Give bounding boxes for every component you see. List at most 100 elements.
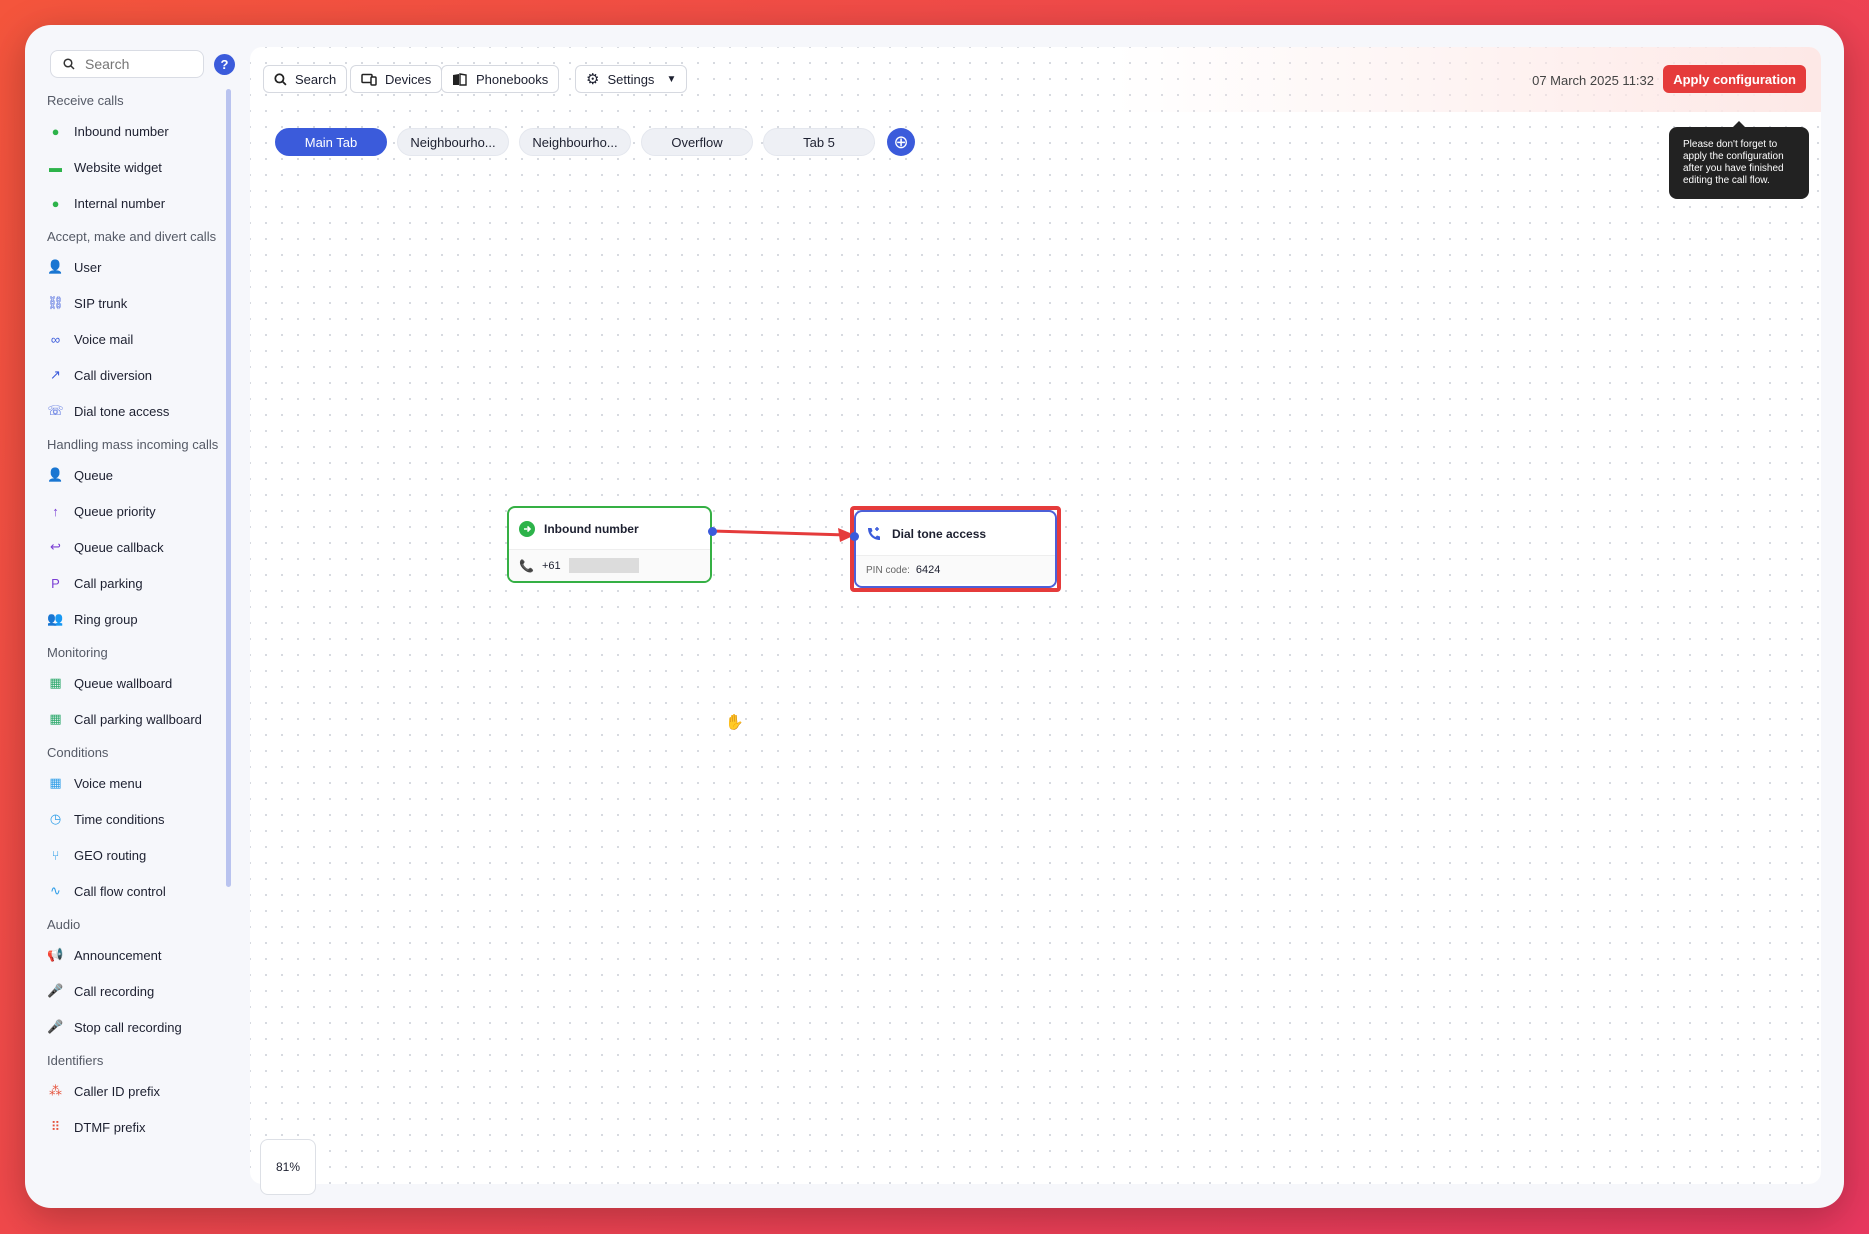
sidebar-item-caller-id-prefix[interactable]: ⁂ Caller ID prefix <box>47 1073 243 1109</box>
sidebar-item-label: Call parking <box>74 575 143 591</box>
zoom-level[interactable]: 81% <box>260 1139 316 1195</box>
sidebar-item-call-recording[interactable]: 🎤 Call recording <box>47 973 243 1009</box>
inbound-number-icon <box>519 520 535 537</box>
website-widget-icon: ▬ <box>49 159 62 175</box>
sidebar-section-title: Accept, make and divert calls <box>47 229 217 244</box>
sidebar-item-geo-routing[interactable]: ⑂ GEO routing <box>47 837 243 873</box>
inbound-number-prefix: +61 <box>541 559 561 572</box>
sidebar-item-voice-menu[interactable]: ▦ Voice menu <box>47 765 243 801</box>
sidebar-item-voice-mail[interactable]: ∞ Voice mail <box>47 321 243 357</box>
sidebar-item-label: DTMF prefix <box>74 1119 146 1135</box>
sidebar-item-label: Voice mail <box>74 331 134 347</box>
app-window: ? Receive calls ● Inbound number ▬ Website w… <box>25 25 1844 1208</box>
search-icon <box>63 58 75 70</box>
sidebar-item-label: Voice menu <box>74 775 142 791</box>
sidebar-item-label: Website widget <box>74 159 162 175</box>
sidebar: ? Receive calls ● Inbound number ▬ Website w… <box>25 25 245 1208</box>
sidebar-item-queue[interactable]: 👤 Queue <box>47 457 243 493</box>
sidebar-section-title: Conditions <box>47 745 109 760</box>
sidebar-list: Receive calls ● Inbound number ▬ Website wid… <box>47 89 243 1145</box>
call-parking-icon: P <box>51 575 60 591</box>
sidebar-section-title: Receive calls <box>47 93 124 108</box>
help-icon[interactable]: ? <box>214 54 235 75</box>
connection-arrow[interactable] <box>250 47 1821 747</box>
sidebar-search[interactable] <box>50 50 204 78</box>
queue-priority-icon: ↑ <box>52 503 59 519</box>
sidebar-item-label: Call diversion <box>74 367 153 383</box>
inbound-node-header: Inbound number <box>509 508 710 550</box>
sidebar-item-call-diversion[interactable]: ↗ Call diversion <box>47 357 243 393</box>
sidebar-item-stop-call-recording[interactable]: 🎤 Stop call recording <box>47 1009 243 1045</box>
call-recording-icon: 🎤 <box>47 983 64 998</box>
sidebar-item-label: Inbound number <box>74 123 169 139</box>
masked-number <box>568 558 639 573</box>
caller-id-prefix-icon: ⁂ <box>49 1083 62 1098</box>
queue-wallboard-icon: ▦ <box>49 675 62 690</box>
sidebar-item-label: Queue wallboard <box>74 675 173 691</box>
stop-call-recording-icon: 🎤 <box>47 1019 64 1034</box>
call-flow-control-icon: ∿ <box>50 883 61 898</box>
call-diversion-icon: ↗ <box>50 367 61 382</box>
sidebar-item-call-flow-control[interactable]: ∿ Call flow control <box>47 873 243 909</box>
sidebar-item-queue-callback[interactable]: ↩ Queue callback <box>47 529 243 565</box>
sidebar-item-user[interactable]: 👤 User <box>47 249 243 285</box>
inbound-node-body: 📞 +61 <box>509 550 710 581</box>
canvas-area[interactable]: Search Devices Phonebooks ⚙ Settings ▼ 0… <box>250 47 1821 1195</box>
sidebar-item-label: SIP trunk <box>74 295 128 311</box>
dial-node-title: Dial tone access <box>892 526 987 541</box>
queue-callback-icon: ↩ <box>50 539 61 554</box>
sidebar-item-internal-number[interactable]: ● Internal number <box>47 185 243 221</box>
sidebar-item-label: Call parking wallboard <box>74 711 202 727</box>
sidebar-item-queue-priority[interactable]: ↑ Queue priority <box>47 493 243 529</box>
sidebar-item-label: Call recording <box>74 983 155 999</box>
sidebar-item-label: User <box>74 259 102 275</box>
sidebar-section-title: Monitoring <box>47 645 108 660</box>
sidebar-item-ring-group[interactable]: 👥 Ring group <box>47 601 243 637</box>
inbound-number-node[interactable]: Inbound number 📞 +61 <box>507 506 712 583</box>
dtmf-prefix-icon: ⠿ <box>50 1119 61 1134</box>
sidebar-item-queue-wallboard[interactable]: ▦ Queue wallboard <box>47 665 243 701</box>
dial-node-body: PIN code: 6424 <box>856 556 1055 584</box>
sidebar-section-title: Handling mass incoming calls <box>47 437 219 452</box>
sidebar-item-label: Dial tone access <box>74 403 170 419</box>
phone-icon: 📞 <box>519 558 534 573</box>
user-icon: 👤 <box>47 259 64 274</box>
sidebar-item-inbound-number[interactable]: ● Inbound number <box>47 113 243 149</box>
sidebar-item-call-parking-wallboard[interactable]: ▦ Call parking wallboard <box>47 701 243 737</box>
sidebar-item-call-parking[interactable]: P Call parking <box>47 565 243 601</box>
inbound-output-port[interactable] <box>708 527 717 536</box>
sidebar-item-label: GEO routing <box>74 847 147 863</box>
sidebar-item-label: Time conditions <box>74 811 165 827</box>
sidebar-item-website-widget[interactable]: ▬ Website widget <box>47 149 243 185</box>
sidebar-item-announcement[interactable]: 📢 Announcement <box>47 937 243 973</box>
sidebar-item-label: Queue priority <box>74 503 156 519</box>
sidebar-item-label: Queue callback <box>74 539 164 555</box>
voice-menu-icon: ▦ <box>49 775 62 790</box>
sidebar-item-label: Internal number <box>74 195 166 211</box>
sip-trunk-icon: ⛓ <box>47 295 64 310</box>
sidebar-item-label: Stop call recording <box>74 1019 182 1035</box>
sidebar-item-label: Call flow control <box>74 883 166 899</box>
sidebar-item-sip-trunk[interactable]: ⛓ SIP trunk <box>47 285 243 321</box>
call-parking-wallboard-icon: ▦ <box>49 711 62 726</box>
sidebar-item-label: Queue <box>74 467 114 483</box>
sidebar-section-title: Identifiers <box>47 1053 104 1068</box>
geo-routing-icon: ⑂ <box>51 847 60 863</box>
sidebar-section-title: Audio <box>47 917 81 932</box>
inbound-node-title: Inbound number <box>544 521 639 536</box>
inbound-number-icon: ● <box>51 123 60 139</box>
dial-tone-access-node[interactable]: Dial tone access PIN code: 6424 <box>854 510 1057 588</box>
dial-input-port[interactable] <box>850 532 859 541</box>
pin-code-value: 6424 <box>915 564 941 576</box>
sidebar-item-dial-tone-access[interactable]: ☏ Dial tone access <box>47 393 243 429</box>
time-conditions-icon: ◷ <box>49 811 62 826</box>
sidebar-item-label: Caller ID prefix <box>74 1083 160 1099</box>
sidebar-item-time-conditions[interactable]: ◷ Time conditions <box>47 801 243 837</box>
sidebar-item-label: Announcement <box>74 947 162 963</box>
announcement-icon: 📢 <box>47 947 64 962</box>
ring-group-icon: 👥 <box>47 611 64 626</box>
queue-icon: 👤 <box>47 467 64 482</box>
sidebar-item-dtmf-prefix[interactable]: ⠿ DTMF prefix <box>47 1109 243 1145</box>
sidebar-search-input[interactable] <box>85 56 185 72</box>
sidebar-scrollbar[interactable] <box>226 89 231 887</box>
